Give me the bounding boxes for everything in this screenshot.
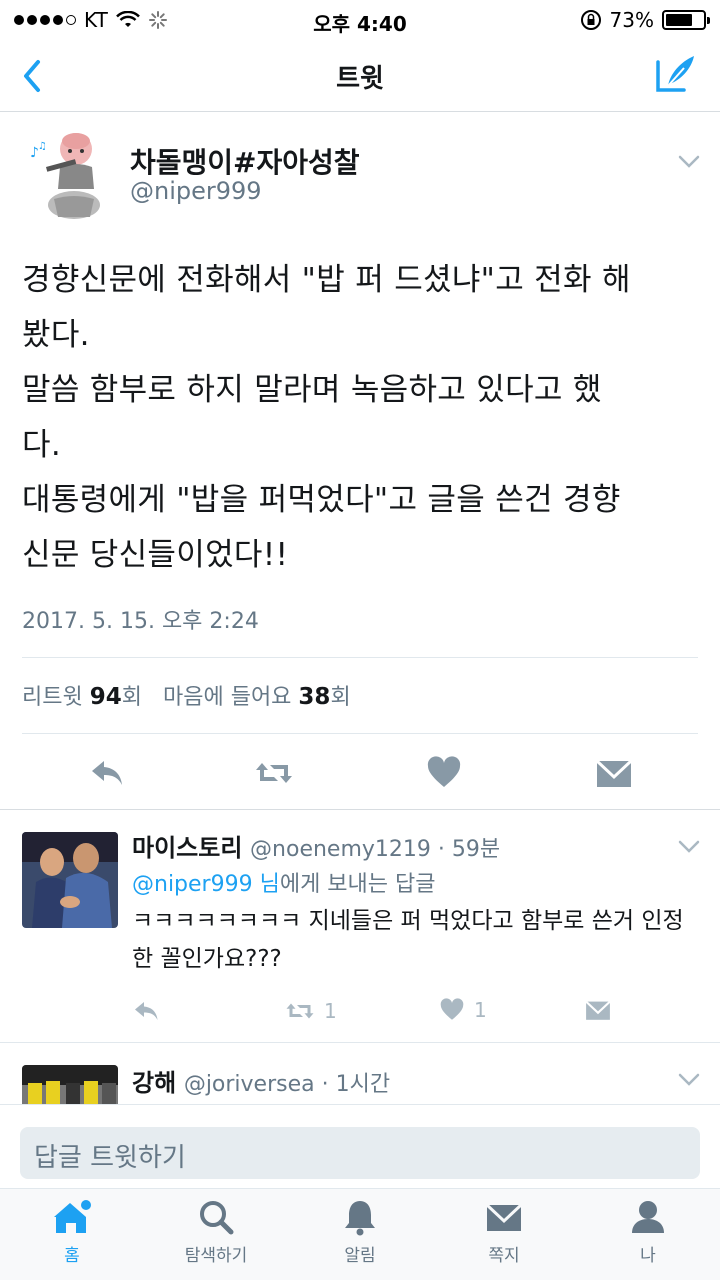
tweet-text: 경향신문에 전화해서 "밥 퍼 드셨냐"고 전화 해 봤다. 말씀 함부로 하지… [22, 262, 631, 573]
reply-to-line: @niper999 님에게 보내는 답글 [132, 866, 436, 898]
tweet-stats: 리트윗 94회 마음에 들어요 38회 [22, 679, 351, 711]
reply-tweet[interactable]: 강해 @joriversea · 1시간 [0, 1043, 720, 1105]
tab-notifications-label: 알림 [344, 1246, 376, 1266]
tab-home-label: 홈 [64, 1246, 80, 1266]
reply-to-mention[interactable]: @niper999 님 [132, 872, 280, 897]
display-name[interactable]: 차돌맹이#자아성찰 [130, 141, 360, 181]
user-avatar[interactable]: ♪ ♫ [24, 127, 120, 223]
compose-tweet-icon[interactable] [654, 52, 698, 96]
reply-avatar[interactable] [22, 832, 118, 928]
tab-explore[interactable]: 탐색하기 [166, 1197, 266, 1266]
reply-header: 강해 @joriversea · 1시간 [132, 1063, 390, 1098]
direct-message-icon [585, 1000, 611, 1020]
battery-icon [662, 10, 710, 30]
like-stat[interactable]: 마음에 들어요 38회 [163, 684, 351, 710]
divider [22, 733, 698, 734]
chevron-down-icon[interactable] [678, 840, 700, 854]
bell-icon [345, 1201, 375, 1236]
svg-text:♫: ♫ [38, 141, 47, 152]
like-heart-icon [440, 998, 464, 1020]
reply-actions: 1 1 [0, 996, 720, 1030]
tab-me[interactable]: 나 [598, 1197, 698, 1266]
navigation-bar: 트윗 [0, 40, 720, 112]
reply-text: ㅋㅋㅋㅋㅋㅋㅋㅋ 지네들은 퍼 먹었다고 함부로 쓴거 인정한 꼴인가요??? [132, 908, 684, 972]
reply-dm-button[interactable] [584, 996, 612, 1024]
divider [22, 657, 698, 658]
retweet-icon [286, 1003, 314, 1019]
battery-percent: 73% [609, 8, 654, 32]
chevron-down-icon[interactable] [678, 155, 700, 169]
reply-display-name[interactable]: 마이스토리 [132, 834, 242, 862]
orientation-lock-icon [580, 10, 601, 30]
reply-like-count: 1 [474, 998, 487, 1022]
reply-display-name[interactable]: 강해 [132, 1069, 176, 1097]
reply-input[interactable]: 답글 트윗하기 [20, 1127, 700, 1179]
reply-retweet-button[interactable]: 1 [284, 996, 337, 1026]
tab-messages-label: 쪽지 [488, 1246, 520, 1266]
reply-icon [135, 1002, 158, 1020]
tab-bar: 홈 탐색하기 알림 쪽지 나 [0, 1188, 720, 1280]
reply-header: 마이스토리 @noenemy1219 · 59분 [132, 828, 500, 863]
tab-explore-label: 탐색하기 [184, 1246, 248, 1266]
status-bar: KT 오후 4:40 73% [0, 0, 720, 40]
tab-notifications[interactable]: 알림 [310, 1197, 410, 1266]
mail-icon [485, 1203, 523, 1231]
reply-meta: @noenemy1219 · 59분 [250, 837, 501, 862]
reply-icon[interactable] [88, 753, 128, 793]
reply-composer-bar: 답글 트윗하기 [0, 1104, 720, 1188]
reply-reply-button[interactable] [132, 996, 162, 1026]
tab-messages[interactable]: 쪽지 [454, 1197, 554, 1266]
retweet-stat[interactable]: 리트윗 94회 [22, 684, 142, 710]
reply-avatar[interactable] [22, 1065, 118, 1105]
reply-meta: @joriversea · 1시간 [183, 1072, 391, 1097]
reply-retweet-count: 1 [324, 999, 337, 1023]
page-title: 트윗 [336, 64, 384, 94]
status-right: 73% [580, 8, 710, 32]
tab-me-label: 나 [640, 1246, 656, 1266]
search-icon [200, 1201, 234, 1235]
tab-home[interactable]: 홈 [22, 1197, 122, 1266]
home-icon [54, 1200, 91, 1233]
retweet-icon[interactable] [254, 753, 294, 793]
tweet-timestamp: 2017. 5. 15. 오후 2:24 [22, 609, 259, 634]
user-handle[interactable]: @niper999 [130, 177, 262, 205]
reply-to-suffix: 에게 보내는 답글 [279, 872, 436, 897]
tweet-actions [0, 753, 720, 793]
like-heart-icon[interactable] [424, 753, 464, 793]
direct-message-icon[interactable] [594, 753, 634, 793]
chevron-down-icon[interactable] [678, 1073, 700, 1087]
reply-like-button[interactable]: 1 [438, 996, 487, 1024]
reply-tweet[interactable]: 마이스토리 @noenemy1219 · 59분 @niper999 님에게 보… [0, 810, 720, 1043]
person-icon [632, 1201, 664, 1233]
